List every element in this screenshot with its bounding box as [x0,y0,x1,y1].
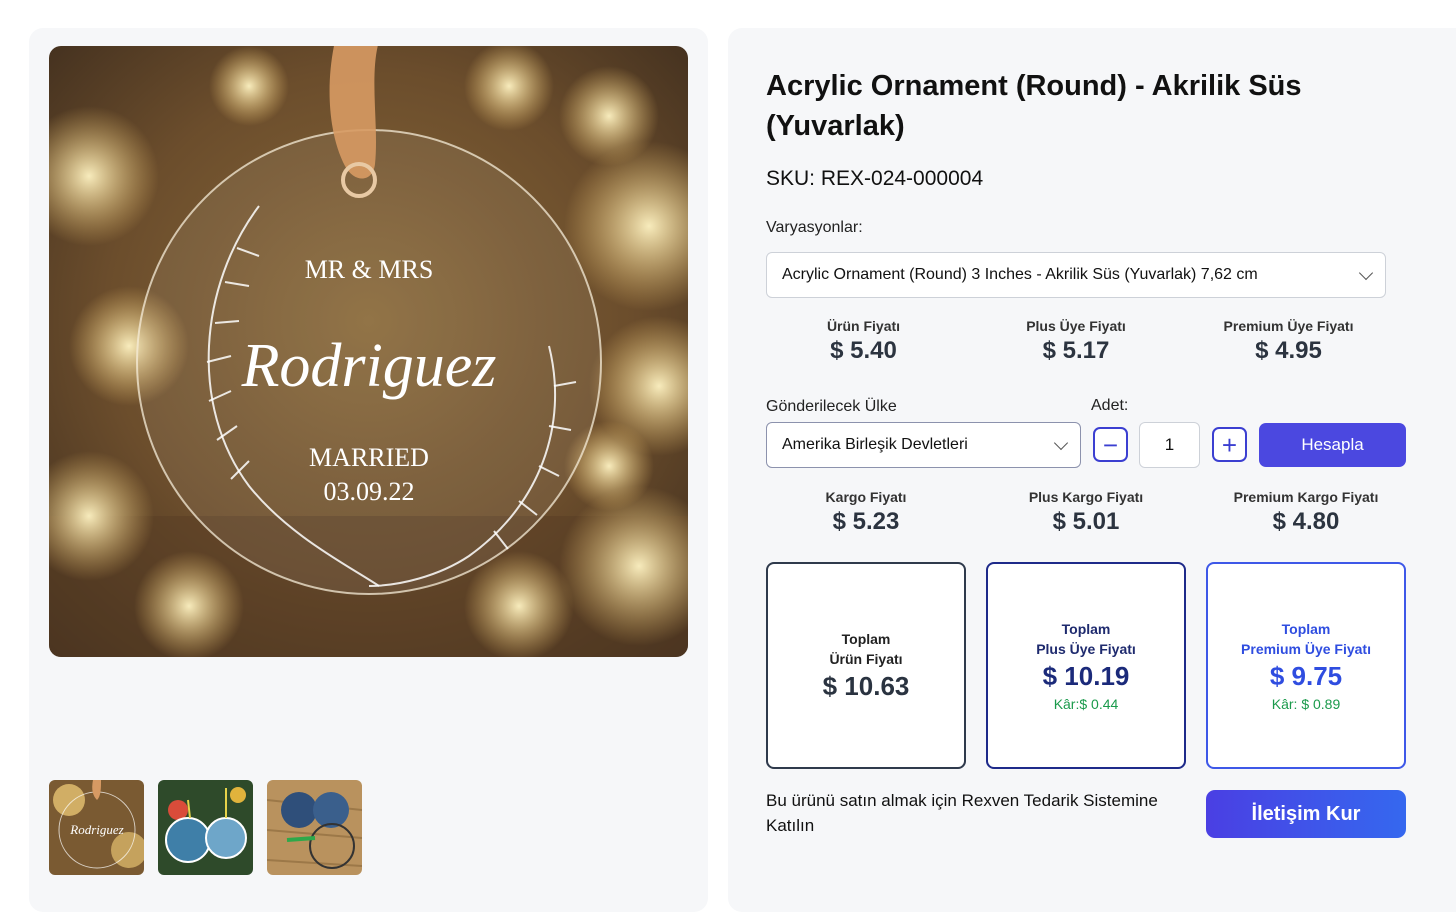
shipping-price-label: Plus Kargo Fiyatı [1028,489,1144,505]
shipping-price-value: $ 4.80 [1272,508,1340,535]
contact-button[interactable]: İletişim Kur [1206,790,1406,838]
thumbnail-3[interactable] [267,780,362,875]
chevron-down-icon [1053,435,1069,451]
shipping-price-row: Kargo Fiyatı $ 5.23 Plus Kargo Fiyatı $ … [766,489,1406,536]
minus-icon: − [1102,429,1119,460]
total-card-value: $ 10.19 [1042,661,1130,691]
variation-selected-value: Acrylic Ornament (Round) 3 Inches - Akri… [782,266,1258,283]
total-card-profit: Kâr: $ 0.89 [1271,696,1341,712]
product-info-panel: Acrylic Ornament (Round) - Akrilik Süs (… [728,28,1456,912]
thumbnail-strip: Rodriguez [49,780,362,875]
variations-label: Varyasyonlar: [766,219,863,236]
shipping-plus: Plus Kargo Fiyatı $ 5.01 [966,489,1206,536]
calculate-button[interactable]: Hesapla [1259,423,1406,467]
image-text-name: Rodriguez [241,332,497,400]
total-card-label: Toplam [1061,621,1111,637]
svg-text:Rodriguez: Rodriguez [69,822,123,837]
thumbnail-2[interactable] [158,780,253,875]
shipping-premium: Premium Kargo Fiyatı $ 4.80 [1206,489,1406,536]
chevron-down-icon [1358,265,1374,281]
total-card-value: $ 10.63 [822,671,910,701]
total-card-label: Toplam [1281,621,1331,637]
shipping-price-label: Premium Kargo Fiyatı [1233,489,1379,505]
country-selected-value: Amerika Birleşik Devletleri [782,436,968,453]
quantity-increase-button[interactable]: + [1212,427,1247,462]
price-value: $ 5.17 [1042,337,1110,364]
join-system-text: Bu ürünü satın almak için Rexven Tedarik… [766,791,1158,835]
price-label: Premium Üye Fiyatı [1223,318,1354,334]
total-card-sublabel: Plus Üye Fiyatı [1036,641,1136,657]
product-sku: SKU: REX-024-000004 [766,167,984,190]
product-main-image[interactable]: MR & MRS Rodriguez MARRIED 03.09.22 [49,46,688,657]
quantity-decrease-button[interactable]: − [1093,427,1128,462]
product-gallery: MR & MRS Rodriguez MARRIED 03.09.22 Rodr… [29,28,708,912]
price-premium: Premium Üye Fiyatı $ 4.95 [1191,318,1386,365]
total-card-premium: Toplam Premium Üye Fiyatı $ 9.75 Kâr: $ … [1206,562,1406,769]
country-select[interactable]: Amerika Birleşik Devletleri [766,422,1081,468]
product-title: Acrylic Ornament (Round) - Akrilik Süs (… [766,70,1302,142]
price-label: Plus Üye Fiyatı [1026,318,1126,334]
total-card-standard: Toplam Ürün Fiyatı $ 10.63 [766,562,966,769]
image-text-date: 03.09.22 [324,477,415,506]
image-text-mr-mrs: MR & MRS [305,255,434,284]
total-card-value: $ 9.75 [1269,661,1343,691]
total-card-sublabel: Premium Üye Fiyatı [1241,641,1371,657]
total-card-plus: Toplam Plus Üye Fiyatı $ 10.19 Kâr:$ 0.4… [986,562,1186,769]
total-card-sublabel: Ürün Fiyatı [829,651,903,667]
shipping-standard: Kargo Fiyatı $ 5.23 [766,489,966,536]
plus-icon: + [1221,429,1238,460]
shipping-price-value: $ 5.01 [1052,508,1120,535]
country-label: Gönderilecek Ülke [766,398,897,415]
member-price-row: Ürün Fiyatı $ 5.40 Plus Üye Fiyatı $ 5.1… [766,318,1406,365]
price-value: $ 4.95 [1255,337,1322,364]
shipping-price-label: Kargo Fiyatı [825,489,907,505]
total-card-profit: Kâr:$ 0.44 [1053,696,1119,712]
quantity-input[interactable] [1139,422,1200,468]
price-label: Ürün Fiyatı [826,318,901,334]
total-card-label: Toplam [841,631,891,647]
thumbnail-1[interactable]: Rodriguez [49,780,144,875]
price-plus: Plus Üye Fiyatı $ 5.17 [961,318,1191,365]
variation-select[interactable]: Acrylic Ornament (Round) 3 Inches - Akri… [766,252,1386,298]
price-standard: Ürün Fiyatı $ 5.40 [766,318,961,365]
image-text-married: MARRIED [309,443,429,472]
shipping-price-value: $ 5.23 [832,508,900,535]
price-value: $ 5.40 [830,337,897,364]
quantity-label: Adet: [1091,397,1129,414]
